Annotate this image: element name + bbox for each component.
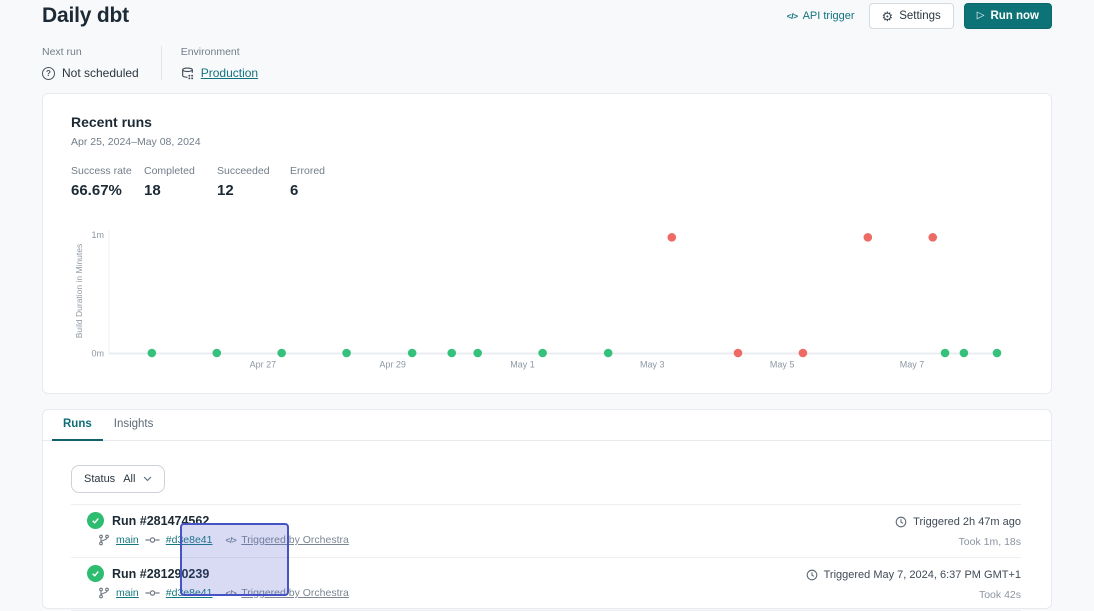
x-axis-ticks: Apr 27 Apr 29 May 1 May 3 May 5 May 7 [250,360,925,370]
api-trigger-label: API trigger [803,10,855,22]
settings-button[interactable]: ⚙ Settings [869,3,954,29]
git-branch-icon [98,587,110,599]
run-duration: Took 42s [806,589,1021,601]
run-row-2-meta: Triggered May 7, 2024, 6:37 PM GMT+1 Too… [806,565,1021,601]
question-circle-icon: ? [42,67,55,80]
chart-canvas: 1m 0m Apr 27 Apr 29 May 1 May 3 May 5 May 7 [71,224,1025,376]
stat-errored: Errored 6 [290,165,356,199]
triggered-time: Triggered 2h 47m ago [913,516,1021,528]
svg-text:May 5: May 5 [770,360,795,370]
svg-text:May 1: May 1 [510,360,535,370]
environment-value-row: Production [181,66,258,80]
chevron-down-icon [143,476,152,482]
status-filter-label: Status [84,473,115,485]
api-trigger-link[interactable]: </> API trigger [787,10,855,22]
branch-link[interactable]: main [116,534,139,546]
tabs-bar: Runs Insights [43,410,1051,441]
tab-insights[interactable]: Insights [103,410,165,440]
run-now-button[interactable]: ▷ Run now [964,3,1052,29]
status-filter-value: All [123,473,135,485]
job-meta-row: Next run ? Not scheduled Environment Pro… [0,46,1094,80]
git-commit-icon [145,535,160,545]
run-duration-points[interactable] [148,233,1002,357]
triggered-time: Triggered May 7, 2024, 6:37 PM GMT+1 [824,569,1021,581]
recent-runs-stats: Success rate 66.67% Completed 18 Succeed… [71,165,1023,199]
clock-icon [895,516,907,528]
success-check-icon [87,512,104,529]
recent-runs-date-range: Apr 25, 2024–May 08, 2024 [71,136,1023,148]
build-duration-chart: Build Duration in Minutes 1m 0m Apr 27Ap… [71,224,1023,376]
status-filter-dropdown[interactable]: Status All [71,465,165,493]
environment-block: Environment Production [162,46,258,80]
settings-label: Settings [899,10,941,22]
success-check-icon [87,565,104,582]
gear-icon: ⚙ [882,10,894,23]
page-header: Daily dbt </> API trigger ⚙ Settings ▷ R… [0,0,1094,29]
branch-link[interactable]: main [116,587,139,599]
code-icon: </> [787,11,798,21]
svg-text:May 3: May 3 [640,360,665,370]
run-duration: Took 1m, 18s [895,536,1021,548]
stat-succeeded: Succeeded 12 [217,165,283,199]
y-tick-0m: 0m [91,349,104,359]
git-commit-icon [145,588,160,598]
tab-runs[interactable]: Runs [52,410,103,440]
next-run-value: Not scheduled [62,66,139,80]
recent-runs-title: Recent runs [71,114,1023,130]
svg-text:Apr 29: Apr 29 [379,360,406,370]
environment-link[interactable]: Production [201,66,258,80]
y-tick-1m: 1m [91,230,104,240]
highlight-overlay-box [180,523,289,596]
page-title: Daily dbt [42,3,129,29]
next-run-block: Next run ? Not scheduled [42,46,162,80]
environment-database-icon [181,67,194,80]
stat-completed: Completed 18 [144,165,210,199]
header-actions: </> API trigger ⚙ Settings ▷ Run now [787,3,1052,29]
git-branch-icon [98,534,110,546]
run-row-1-meta: Triggered 2h 47m ago Took 1m, 18s [895,512,1021,548]
recent-runs-card: Recent runs Apr 25, 2024–May 08, 2024 Su… [42,93,1052,394]
next-run-label: Next run [42,46,139,58]
run-now-label: Run now [990,10,1039,22]
clock-icon [806,569,818,581]
next-run-value-row: ? Not scheduled [42,66,139,80]
environment-label: Environment [181,46,258,58]
svg-text:Apr 27: Apr 27 [250,360,277,370]
stat-success-rate: Success rate 66.67% [71,165,137,199]
play-icon: ▷ [977,11,985,21]
svg-text:May 7: May 7 [900,360,925,370]
